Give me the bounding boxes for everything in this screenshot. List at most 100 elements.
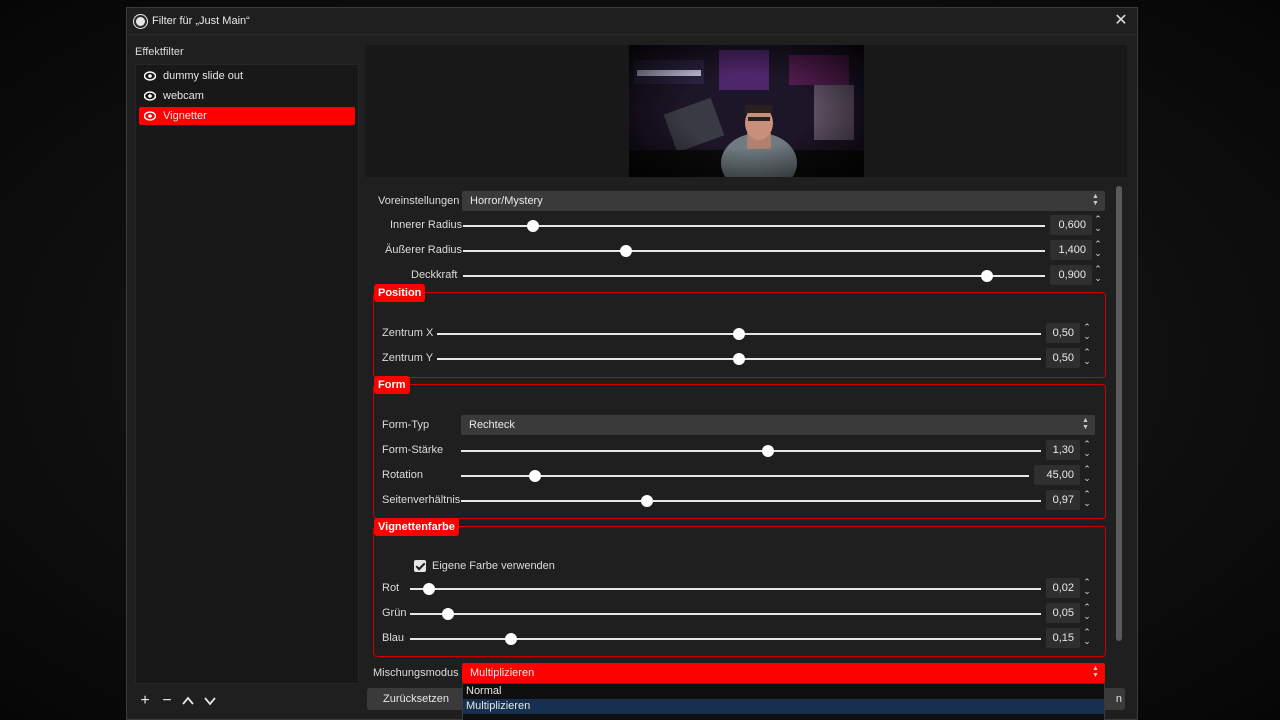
spinner-arrows-icon[interactable]: ⌃ ⌄ xyxy=(1092,240,1104,260)
filter-dialog: Filter für „Just Main“ ✕ Effektfilter du… xyxy=(126,7,1138,720)
preset-row: Voreinstellungen Horror/Mystery ▲ ▼ xyxy=(375,191,1105,213)
blue-slider[interactable] xyxy=(410,633,1041,645)
eye-icon[interactable] xyxy=(144,90,156,102)
use-own-color-checkbox[interactable] xyxy=(414,560,426,572)
outer-radius-slider[interactable] xyxy=(463,245,1045,257)
slider-handle[interactable] xyxy=(422,583,435,595)
move-down-icon[interactable] xyxy=(203,694,217,708)
form-strength-row: Form-Stärke 1,30 ⌃ ⌄ xyxy=(382,440,1097,462)
aspect-slider[interactable] xyxy=(461,495,1041,507)
blend-mode-dropdown: Normal Multiplizieren xyxy=(462,683,1105,720)
add-filter-icon[interactable]: + xyxy=(135,691,155,711)
rotation-row: Rotation 45,00 ⌃ ⌄ xyxy=(382,465,1097,487)
filter-item-label: Vignetter xyxy=(163,110,207,122)
settings-scrollbar[interactable] xyxy=(1115,184,1123,674)
eye-icon[interactable] xyxy=(144,110,156,122)
blue-input[interactable]: 0,15 xyxy=(1046,628,1080,648)
dropdown-option-normal[interactable]: Normal xyxy=(463,684,1104,699)
spinner-arrows-icon[interactable]: ⌃ ⌄ xyxy=(1092,265,1104,285)
spinner-arrows-icon[interactable]: ⌃ ⌄ xyxy=(1081,628,1093,648)
close-icon[interactable]: ✕ xyxy=(1111,11,1131,31)
vignette-color-group: Vignettenfarbe Eigene Farbe verwenden Ro… xyxy=(373,518,1106,657)
blend-mode-select[interactable]: Multiplizieren ▲ ▼ xyxy=(462,663,1105,683)
position-group-title: Position xyxy=(374,284,426,302)
inner-radius-row: Innerer Radius 0,600 ⌃ ⌄ xyxy=(375,215,1105,237)
dropdown-option-multiplizieren[interactable]: Multiplizieren xyxy=(463,699,1104,714)
blue-label: Blau xyxy=(382,632,405,644)
center-y-row: Zentrum Y 0,50 ⌃ ⌄ xyxy=(382,348,1097,370)
opacity-input[interactable]: 0,900 xyxy=(1050,265,1092,285)
slider-handle[interactable] xyxy=(619,245,632,257)
center-x-input[interactable]: 0,50 xyxy=(1046,323,1080,343)
form-strength-slider[interactable] xyxy=(461,445,1041,457)
center-y-slider[interactable] xyxy=(437,353,1041,365)
outer-radius-row: Äußerer Radius 1,400 ⌃ ⌄ xyxy=(375,240,1105,262)
opacity-slider[interactable] xyxy=(463,270,1045,282)
form-strength-label: Form-Stärke xyxy=(382,444,444,456)
scrollbar-thumb[interactable] xyxy=(1116,186,1122,641)
blend-mode-value: Multiplizieren xyxy=(470,667,535,679)
slider-handle[interactable] xyxy=(640,495,653,507)
preview-area xyxy=(365,45,1127,177)
form-strength-input[interactable]: 1,30 xyxy=(1046,440,1080,460)
spinner-arrows-icon[interactable]: ⌃ ⌄ xyxy=(1081,465,1093,485)
slider-handle[interactable] xyxy=(733,328,745,340)
filter-list: dummy slide out webcam Vignetter xyxy=(135,64,359,684)
slider-handle[interactable] xyxy=(762,445,775,457)
center-x-row: Zentrum X 0,50 ⌃ ⌄ xyxy=(382,323,1097,345)
red-slider[interactable] xyxy=(410,583,1041,595)
dropdown-option-partial[interactable] xyxy=(463,714,1104,720)
preset-label: Voreinstellungen xyxy=(378,195,460,207)
green-input[interactable]: 0,05 xyxy=(1046,603,1080,623)
spinner-arrows-icon[interactable]: ⌃ ⌄ xyxy=(1081,603,1093,623)
spinner-arrows-icon[interactable]: ⌃ ⌄ xyxy=(1081,440,1093,460)
filter-item-label: webcam xyxy=(163,90,204,102)
spinner-arrows-icon[interactable]: ⌃ ⌄ xyxy=(1092,215,1104,235)
use-own-color-row[interactable]: Eigene Farbe verwenden xyxy=(414,558,714,580)
eye-icon[interactable] xyxy=(144,70,156,82)
aspect-input[interactable]: 0,97 xyxy=(1046,490,1080,510)
remove-filter-icon[interactable]: − xyxy=(157,691,177,711)
spinner-arrows-icon[interactable]: ⌃ ⌄ xyxy=(1081,323,1093,343)
aspect-label: Seitenverhältnis xyxy=(382,494,461,506)
title-bar[interactable]: Filter für „Just Main“ ✕ xyxy=(127,8,1137,35)
reset-button[interactable]: Zurücksetzen xyxy=(367,688,465,710)
preset-value: Horror/Mystery xyxy=(470,195,543,207)
center-y-input[interactable]: 0,50 xyxy=(1046,348,1080,368)
filter-item-dummy-slide-out[interactable]: dummy slide out xyxy=(139,67,355,85)
updown-icon: ▲ ▼ xyxy=(1092,665,1099,679)
outer-radius-input[interactable]: 1,400 xyxy=(1050,240,1092,260)
slider-handle[interactable] xyxy=(441,608,454,620)
form-type-row: Form-Typ Rechteck ▲ ▼ xyxy=(382,415,1097,437)
slider-handle[interactable] xyxy=(528,470,541,482)
blue-row: Blau 0,15 ⌃ ⌄ xyxy=(382,628,1097,650)
obs-logo-icon xyxy=(134,15,147,28)
form-type-select[interactable]: Rechteck ▲ ▼ xyxy=(461,415,1095,435)
preset-select[interactable]: Horror/Mystery ▲ ▼ xyxy=(462,191,1105,211)
inner-radius-input[interactable]: 0,600 xyxy=(1050,215,1092,235)
slider-handle[interactable] xyxy=(980,270,993,282)
use-own-color-label: Eigene Farbe verwenden xyxy=(432,560,555,572)
blend-mode-row: Mischungsmodus Multiplizieren ▲ ▼ xyxy=(373,663,1106,685)
spinner-arrows-icon[interactable]: ⌃ ⌄ xyxy=(1081,490,1093,510)
slider-handle[interactable] xyxy=(733,353,745,365)
move-up-icon[interactable] xyxy=(181,694,195,708)
slider-handle[interactable] xyxy=(526,220,539,232)
spinner-arrows-icon[interactable]: ⌃ ⌄ xyxy=(1081,578,1093,598)
updown-icon: ▲ ▼ xyxy=(1092,193,1099,207)
outer-radius-label: Äußerer Radius xyxy=(385,244,463,256)
rotation-label: Rotation xyxy=(382,469,423,481)
filter-item-webcam[interactable]: webcam xyxy=(139,87,355,105)
form-group: Form Form-Typ Rechteck ▲ ▼ Form-Stärke 1,… xyxy=(373,376,1106,519)
spinner-arrows-icon[interactable]: ⌃ ⌄ xyxy=(1081,348,1093,368)
rotation-input[interactable]: 45,00 xyxy=(1034,465,1080,485)
filter-item-vignetter[interactable]: Vignetter xyxy=(139,107,355,125)
slider-handle[interactable] xyxy=(504,633,517,645)
green-slider[interactable] xyxy=(410,608,1041,620)
red-input[interactable]: 0,02 xyxy=(1046,578,1080,598)
green-label: Grün xyxy=(382,607,407,619)
center-x-slider[interactable] xyxy=(437,328,1041,340)
inner-radius-slider[interactable] xyxy=(463,220,1045,232)
window-title: Filter für „Just Main“ xyxy=(152,15,250,27)
rotation-slider[interactable] xyxy=(461,470,1029,482)
